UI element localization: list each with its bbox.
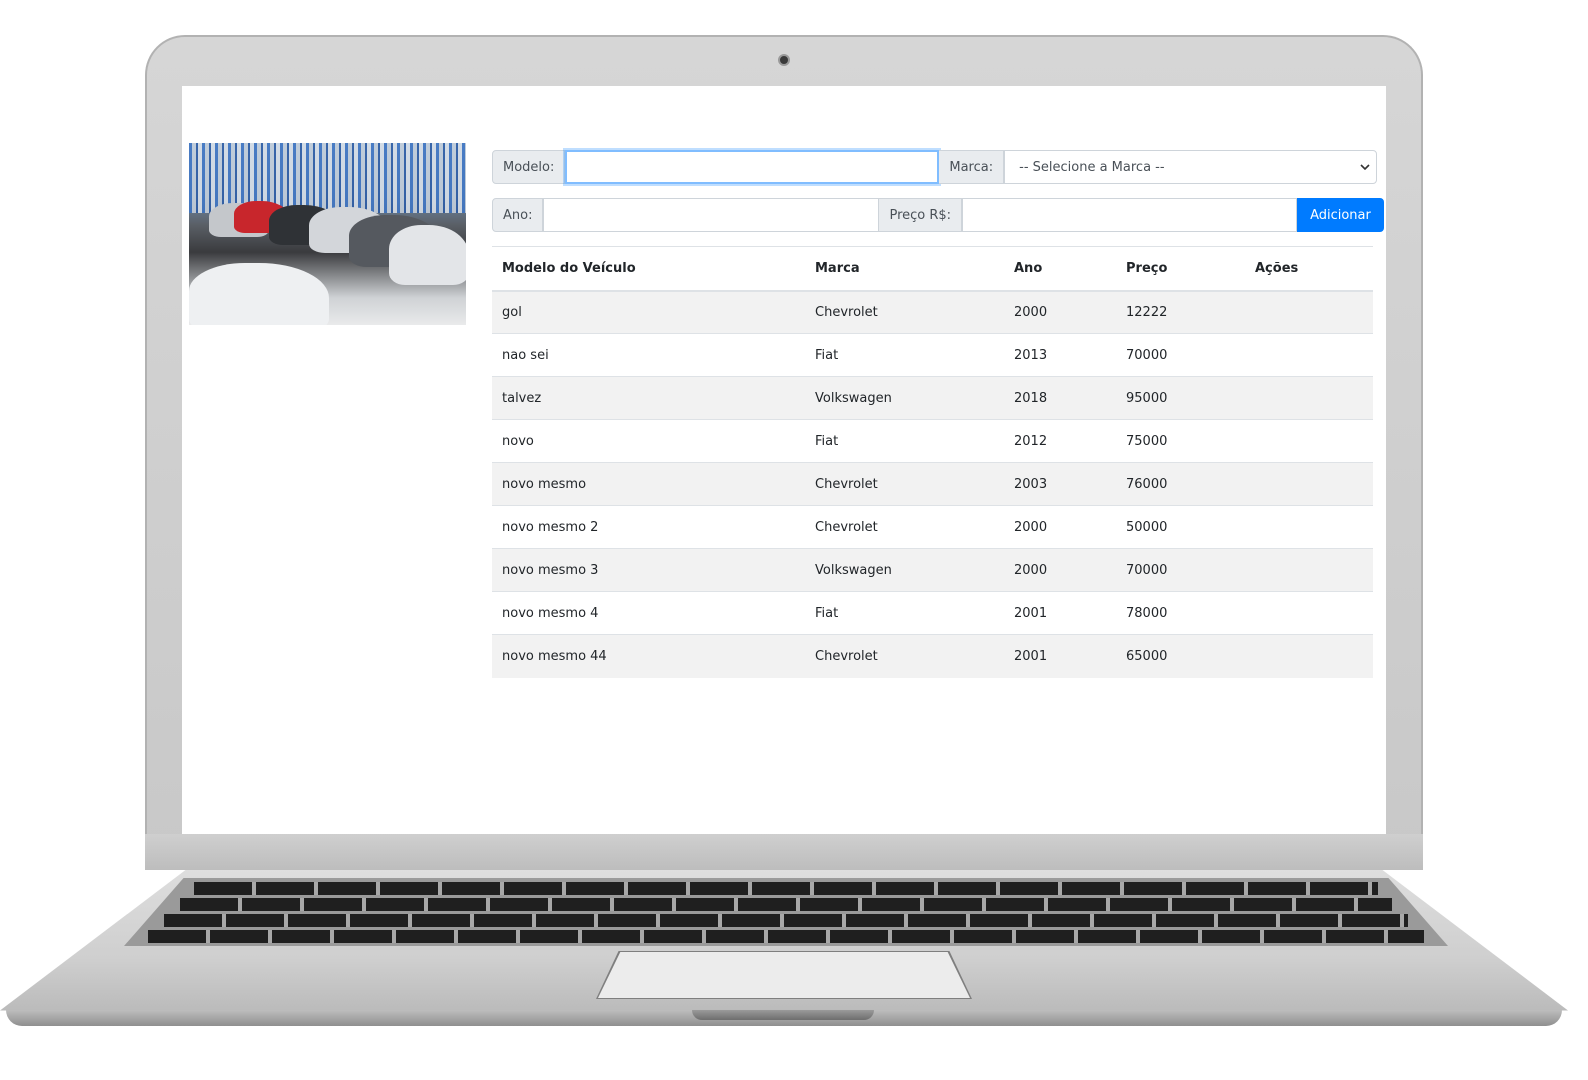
marca-label: Marca:	[939, 150, 1005, 184]
cell-modelo: novo mesmo 2	[492, 505, 805, 549]
table-row: novo mesmo Chevrolet 2003 76000	[492, 462, 1373, 506]
laptop-screen: Modelo: Marca: -- Selecione a Marca -- A…	[182, 86, 1386, 834]
cell-ano: 2000	[1004, 290, 1116, 334]
cell-ano: 2001	[1004, 591, 1116, 635]
cell-ano: 2001	[1004, 634, 1116, 678]
laptop-keyboard	[124, 878, 1448, 946]
header-preco: Preço	[1116, 246, 1245, 292]
cell-acoes	[1245, 333, 1373, 377]
table-row: novo mesmo 3 Volkswagen 2000 70000	[492, 548, 1373, 592]
cell-preco: 75000	[1116, 419, 1245, 463]
cell-preco: 70000	[1116, 548, 1245, 592]
preco-input[interactable]	[962, 198, 1298, 232]
cell-preco: 65000	[1116, 634, 1245, 678]
table-row: novo mesmo 4 Fiat 2001 78000	[492, 591, 1373, 635]
modelo-label: Modelo:	[492, 150, 566, 184]
cell-marca: Fiat	[805, 333, 1004, 377]
cell-marca: Chevrolet	[805, 462, 1004, 506]
table-row: novo mesmo 44 Chevrolet 2001 65000	[492, 634, 1373, 678]
cell-modelo: novo	[492, 419, 805, 463]
laptop-lid-bottom	[145, 834, 1423, 870]
cell-ano: 2013	[1004, 333, 1116, 377]
cell-preco: 95000	[1116, 376, 1245, 420]
car-lot-photo	[189, 143, 466, 325]
cell-acoes	[1245, 419, 1373, 463]
cell-marca: Volkswagen	[805, 548, 1004, 592]
form-row-ano-preco: Ano: Preço R$: Adicionar	[492, 198, 1384, 232]
cell-preco: 70000	[1116, 333, 1245, 377]
cell-marca: Chevrolet	[805, 290, 1004, 334]
header-acoes: Ações	[1245, 246, 1373, 292]
cell-acoes	[1245, 634, 1373, 678]
header-marca: Marca	[805, 246, 1004, 292]
chevron-down-icon	[1360, 164, 1370, 170]
ano-input[interactable]	[543, 198, 880, 232]
table-row: novo mesmo 2 Chevrolet 2000 50000	[492, 505, 1373, 549]
table-header-row: Modelo do Veículo Marca Ano Preço Ações	[492, 246, 1373, 292]
cell-marca: Chevrolet	[805, 505, 1004, 549]
cell-marca: Fiat	[805, 591, 1004, 635]
form-row-modelo-marca: Modelo: Marca: -- Selecione a Marca --	[492, 150, 1378, 184]
cell-acoes	[1245, 290, 1373, 334]
ano-label: Ano:	[492, 198, 544, 232]
cell-acoes	[1245, 376, 1373, 420]
cell-ano: 2003	[1004, 462, 1116, 506]
header-modelo: Modelo do Veículo	[492, 246, 805, 292]
table-row: novo Fiat 2012 75000	[492, 419, 1373, 463]
cell-marca: Volkswagen	[805, 376, 1004, 420]
cell-preco: 78000	[1116, 591, 1245, 635]
modelo-input[interactable]	[565, 150, 940, 184]
cell-ano: 2000	[1004, 505, 1116, 549]
add-button[interactable]: Adicionar	[1297, 198, 1384, 232]
marca-select-value: -- Selecione a Marca --	[1019, 159, 1165, 175]
cell-acoes	[1245, 591, 1373, 635]
cell-modelo: novo mesmo 4	[492, 591, 805, 635]
cell-ano: 2018	[1004, 376, 1116, 420]
cell-modelo: gol	[492, 290, 805, 334]
cell-acoes	[1245, 505, 1373, 549]
cell-modelo: talvez	[492, 376, 805, 420]
cell-acoes	[1245, 462, 1373, 506]
table-row: talvez Volkswagen 2018 95000	[492, 376, 1373, 420]
cell-modelo: nao sei	[492, 333, 805, 377]
cell-marca: Chevrolet	[805, 634, 1004, 678]
cell-marca: Fiat	[805, 419, 1004, 463]
marca-select[interactable]: -- Selecione a Marca --	[1004, 150, 1378, 184]
cell-preco: 76000	[1116, 462, 1245, 506]
laptop-base-notch	[692, 1010, 874, 1020]
preco-label: Preço R$:	[879, 198, 963, 232]
cell-preco: 50000	[1116, 505, 1245, 549]
cell-ano: 2000	[1004, 548, 1116, 592]
laptop-mockup: Modelo: Marca: -- Selecione a Marca -- A…	[0, 0, 1588, 1080]
camera-icon	[778, 54, 790, 66]
trackpad	[598, 952, 970, 998]
table-row: nao sei Fiat 2013 70000	[492, 333, 1373, 377]
cell-modelo: novo mesmo	[492, 462, 805, 506]
vehicles-table: Modelo do Veículo Marca Ano Preço Ações …	[492, 246, 1373, 678]
cell-acoes	[1245, 548, 1373, 592]
cell-modelo: novo mesmo 44	[492, 634, 805, 678]
cell-modelo: novo mesmo 3	[492, 548, 805, 592]
header-ano: Ano	[1004, 246, 1116, 292]
table-row: gol Chevrolet 2000 12222	[492, 290, 1373, 334]
cell-preco: 12222	[1116, 290, 1245, 334]
cell-ano: 2012	[1004, 419, 1116, 463]
